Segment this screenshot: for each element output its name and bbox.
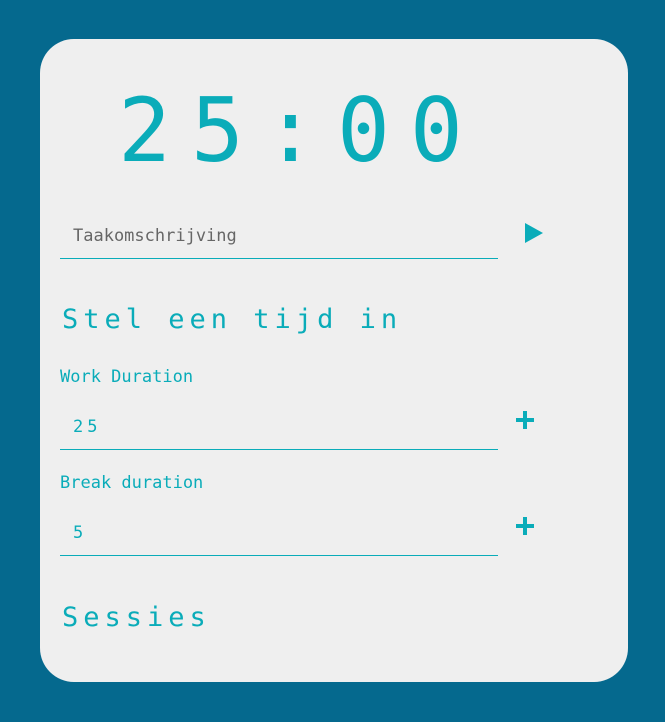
timer-display: 25:00 [118, 79, 483, 182]
break-duration-input[interactable] [60, 511, 498, 555]
timer-card: 25:00 Stel een tijd in Work Duration Bre… [40, 39, 628, 682]
set-time-heading: Stel een tijd in [62, 304, 403, 335]
increase-work-button[interactable] [512, 407, 538, 433]
task-field [60, 214, 498, 259]
play-icon [525, 223, 543, 243]
work-duration-label: Work Duration [60, 367, 194, 387]
work-duration-field [60, 405, 498, 450]
sessions-heading: Sessies [62, 602, 211, 633]
work-duration-input[interactable] [60, 405, 498, 449]
task-input[interactable] [60, 214, 498, 258]
increase-break-button[interactable] [512, 513, 538, 539]
plus-icon [516, 517, 534, 535]
start-button[interactable] [520, 219, 548, 247]
break-duration-label: Break duration [60, 473, 204, 493]
break-duration-field [60, 511, 498, 556]
plus-icon [516, 411, 534, 429]
